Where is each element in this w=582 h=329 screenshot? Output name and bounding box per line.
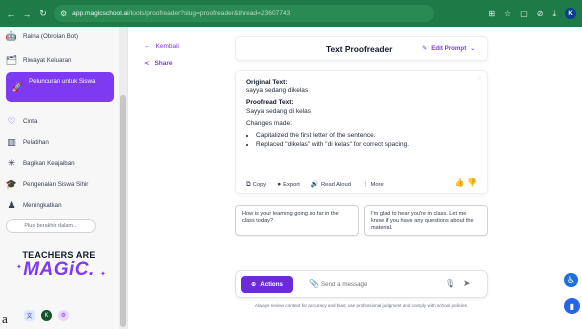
history-icon: 🗂 [5,55,18,65]
stray-character: a [2,311,8,326]
sidebar-item-label: Peluncuran untuk Siswa [29,78,96,85]
microphone-icon[interactable]: 🎙 [445,279,455,288]
proofread-heading: Proofread Text: [246,99,294,107]
sparkle-icon: ✦ [100,271,106,278]
sidebar-item-history[interactable]: 🗂 Riwayat Keluaran [6,55,114,66]
sidebar-item-share-magic[interactable]: ✳ Bagikan Keajaiban [6,158,114,169]
original-heading: Original Text: [246,79,288,86]
sidebar-item-label: Meningkatkan [23,202,62,209]
browser-toolbar: ← → ↻ ⚙ app.magicschool.ai/tools/proofre… [0,0,582,27]
bookmark-star-icon[interactable]: ☆ [504,9,511,18]
sidebar-item-upgrade[interactable]: ♟ Meningkatkan [6,200,114,211]
address-bar[interactable]: ⚙ app.magicschool.ai/tools/proofreader?s… [54,5,434,22]
plus-expiry-pill[interactable]: Plus berakhir dalam... [6,219,96,233]
share-link[interactable]: ≺ Share [144,59,173,68]
back-arrow-icon[interactable]: ← [6,9,16,19]
change-item: Replaced "dikelas" with "di kelas" for c… [256,141,477,149]
sidebar-item-label: Pengenalan Siswa Sihir [23,181,89,188]
reload-icon[interactable]: ↻ [38,8,48,19]
pencil-icon: ✎ [422,45,428,52]
send-icon[interactable]: ➤ [463,278,471,289]
changes-heading: Changes made: [246,119,292,127]
sidebar-footer: 文 K ⚙ [24,310,69,321]
language-icon[interactable]: 文 [24,310,35,321]
chat-input-bar: ⊕ Actions 📎 🎙 ➤ [235,270,488,298]
disclaimer-text: Always review content for accuracy and b… [254,303,469,308]
back-link[interactable]: ← Kembali [144,43,179,50]
thumbs-down-icon[interactable]: 👎 [467,178,477,187]
heart-icon: ♡ [7,116,16,126]
edit-prompt-label: Edit Prompt [431,45,467,52]
arrow-left-icon: ← [144,43,151,50]
back-label: Kembali [155,43,179,50]
sidebar-item-student-intro[interactable]: 🎓 Pengenalan Siswa Sihir [6,179,114,190]
sidebar-item-label: Cinta [23,118,38,125]
student-icon: 🎓 [5,179,18,189]
changes-list: Capitalized the first letter of the sent… [246,132,477,149]
change-item: Capitalized the first letter of the sent… [256,132,477,140]
url-text: app.magicschool.ai/tools/proofreader?slu… [72,10,291,17]
extensions-icon[interactable]: ▢ [520,9,528,18]
brand-line-2: MAGiC. [23,259,95,280]
sidebar-scroll-thumb[interactable] [120,95,126,327]
paperclip-icon[interactable]: 📎 [309,279,319,288]
speaker-icon: 🔊 [310,181,319,188]
tool-title: Text Proofreader [326,43,393,54]
actions-label: Actions [260,281,283,288]
sidebar-item-love[interactable]: ♡ Cinta [6,116,114,127]
sparkle-icon: ✦ [16,264,22,271]
download-icon[interactable]: ⤓ [552,9,556,19]
suggestion-chip[interactable]: I'm glad to hear you're in class. Let me… [364,205,488,236]
actions-button[interactable]: ⊕ Actions [241,276,293,293]
plus-circle-icon: ⊕ [251,281,257,288]
read-aloud-button[interactable]: 🔊 Read Aloud [311,181,351,189]
forward-arrow-icon[interactable]: → [22,9,32,19]
thumbs-up-icon[interactable]: 👍 [455,178,465,187]
robot-icon: 🤖 [5,31,18,41]
profile-avatar[interactable]: K [565,8,576,19]
extension-puzzle-icon[interactable]: ⊘ [537,9,544,18]
brand-logo: TEACHERS ARE MAGiC. [14,250,104,280]
copy-icon: ⧉ [246,181,251,188]
share-icon: ≺ [144,60,150,67]
proofread-text: Sayya sedang di kelas [246,107,312,115]
sidebar-item-label: Riwayat Keluaran [23,57,72,64]
chevron-down-icon: ⌄ [470,45,476,52]
response-actions: ⧉ Copy ● Export 🔊 Read Aloud ⋮ More [246,181,384,189]
rocket-icon: 🚀 [11,82,24,92]
sidebar-item-training[interactable]: ▥ Pelatihan [6,137,114,148]
account-avatar[interactable]: K [41,310,52,321]
suggestion-chip[interactable]: How is your learning going so far in the… [235,205,359,236]
site-info-icon[interactable]: ⚙ [60,9,67,18]
share-magic-icon: ✳ [7,158,16,168]
sidebar-item-label: Raina (Obrolan Bot) [23,33,79,40]
tool-header-card: Text Proofreader ✎ Edit Prompt ⌄ [235,36,488,61]
export-icon: ● [277,181,282,188]
more-vertical-icon: ⋮ [361,181,369,188]
edit-prompt-button[interactable]: ✎ Edit Prompt ⌄ [422,45,475,52]
sidebar-item-label: Pelatihan [23,139,49,146]
sidebar-item-student-launch[interactable]: 🚀 Peluncuran untuk Siswa [6,72,114,102]
sidebar-item-label: Bagikan Keajaiban [23,160,75,167]
chat-bubble-icon[interactable]: ▮ [564,298,580,314]
training-icon: ▥ [7,137,16,147]
message-input[interactable] [321,278,431,291]
more-button[interactable]: ⋮ More [362,181,384,189]
feedback-thumbs: 👍 👎 [455,178,477,187]
response-card: ○ Original Text: sayya sedang dikelas Pr… [235,70,488,194]
share-label: Share [154,59,173,67]
export-button[interactable]: ● Export [277,181,300,189]
settings-gear-icon[interactable]: ⚙ [58,310,69,321]
translate-icon[interactable]: ⊞ [488,9,495,18]
accessibility-icon[interactable]: ♿ [564,273,578,287]
sidebar-item-raina[interactable]: 🤖 Raina (Obrolan Bot) [6,31,114,42]
card-menu-icon[interactable]: ○ [477,75,481,83]
copy-button[interactable]: ⧉ Copy [246,181,266,189]
upgrade-icon: ♟ [7,200,16,210]
original-text: sayya sedang dikelas [246,87,309,95]
